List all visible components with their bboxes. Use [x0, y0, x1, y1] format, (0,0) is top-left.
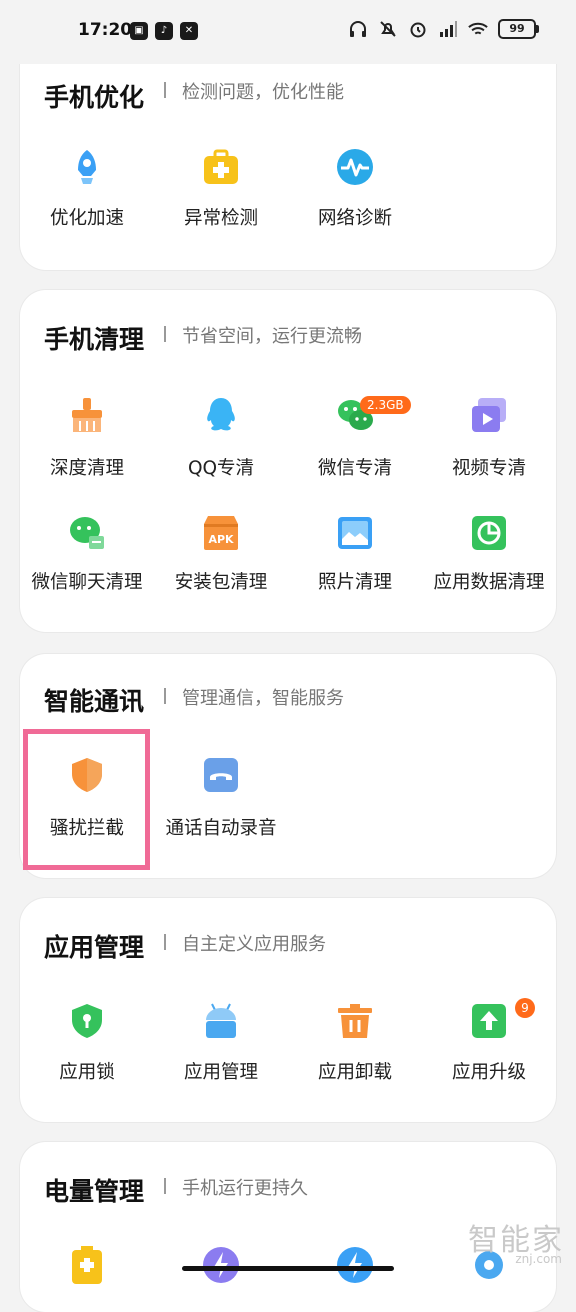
- headphones-icon: [350, 21, 366, 37]
- capcut-icon: ✕: [180, 22, 198, 40]
- tile-label: 微信聊天清理: [31, 572, 143, 593]
- tile-app-lock[interactable]: 应用锁: [20, 1002, 154, 1092]
- highlight-frame: [23, 729, 150, 870]
- tile-label: 应用锁: [59, 1062, 115, 1083]
- video-icon: [472, 398, 506, 432]
- tile-label: 应用升级: [451, 1062, 526, 1083]
- power-mode-icon[interactable]: [202, 1246, 240, 1284]
- first-aid-icon: [204, 149, 238, 184]
- status-bar: 17:20 ▣ ♪ ✕ 99: [0, 0, 576, 64]
- status-time: 17:20: [78, 20, 133, 40]
- status-icons: 99: [348, 18, 539, 40]
- apps-card: 应用管理 自主定义应用服务 应用锁 应用管理 应用卸载 9 应用升级: [20, 898, 556, 1122]
- tile-label: 应用管理: [183, 1062, 258, 1083]
- optimize-card: 手机优化 检测问题，优化性能 优化加速 异常检测 网络诊断: [20, 30, 556, 270]
- title-divider: [164, 934, 166, 950]
- wifi-icon: [468, 22, 488, 35]
- tile-label: 视频专清: [451, 458, 526, 479]
- app-notification-icon: ▣: [130, 22, 148, 40]
- photo-icon: [338, 517, 372, 549]
- qq-icon: [207, 398, 235, 431]
- tile-label: QQ专清: [187, 458, 255, 479]
- clean-title: 手机清理: [44, 325, 145, 354]
- tile-anomaly-check[interactable]: 异常检测: [154, 148, 288, 238]
- tile-apk-clean[interactable]: APK 安装包清理: [154, 514, 288, 604]
- mute-icon: [380, 21, 396, 37]
- tile-app-upgrade[interactable]: 9 应用升级: [422, 998, 556, 1092]
- tile-deep-clean[interactable]: 深度清理: [20, 396, 154, 486]
- charging-icon[interactable]: [336, 1246, 374, 1284]
- battery-indicator: 99: [498, 19, 539, 39]
- rocket-icon: [78, 150, 96, 184]
- tile-label: 深度清理: [49, 458, 124, 479]
- update-count-badge: 9: [515, 998, 535, 1018]
- tile-video-clean[interactable]: 视频专清: [422, 396, 556, 486]
- title-divider: [164, 326, 166, 342]
- optimize-title: 手机优化: [44, 83, 145, 112]
- tile-qq-clean[interactable]: QQ专清: [154, 396, 288, 486]
- tile-app-data-clean[interactable]: 应用数据清理: [422, 514, 556, 604]
- tile-network-diagnosis[interactable]: 网络诊断: [288, 148, 422, 238]
- call-record-icon: [204, 758, 238, 792]
- pie-chart-icon: [472, 516, 506, 550]
- trash-icon: [338, 1004, 372, 1038]
- tile-wechat-chat-clean[interactable]: 微信聊天清理: [20, 514, 154, 604]
- tiktok-icon: ♪: [155, 22, 173, 40]
- tile-label: 优化加速: [49, 208, 124, 229]
- tile-photo-clean[interactable]: 照片清理: [288, 514, 422, 604]
- apk-icon: APK: [204, 516, 238, 550]
- battery-saver-icon[interactable]: [68, 1246, 106, 1284]
- comm-title: 智能通讯: [44, 687, 145, 716]
- tile-wechat-clean[interactable]: 2.3GB 微信专清: [288, 396, 422, 486]
- power-title: 电量管理: [44, 1177, 145, 1206]
- title-divider: [164, 1178, 166, 1194]
- apps-subtitle: 自主定义应用服务: [182, 934, 326, 955]
- android-icon: [206, 1003, 236, 1038]
- upgrade-icon: [472, 1004, 506, 1038]
- tile-app-uninstall[interactable]: 应用卸载: [288, 1002, 422, 1092]
- wechat-chat-icon: [70, 517, 104, 549]
- tile-label: 微信专清: [317, 458, 392, 479]
- lock-shield-icon: [72, 1004, 102, 1038]
- apps-title: 应用管理: [44, 933, 145, 962]
- storage-badge: 2.3GB: [360, 396, 411, 414]
- home-indicator[interactable]: [182, 1266, 394, 1271]
- clean-card: 手机清理 节省空间，运行更流畅 深度清理 QQ专清 2.3GB 微信专清 视频专…: [20, 290, 556, 632]
- tile-label: 应用卸载: [317, 1062, 392, 1083]
- watermark-sub: znj.com: [515, 1252, 562, 1266]
- comm-subtitle: 管理通信，智能服务: [182, 688, 344, 709]
- title-divider: [164, 82, 166, 98]
- signal-icon: [440, 21, 457, 37]
- optimize-subtitle: 检测问题，优化性能: [182, 82, 344, 103]
- tile-label: 异常检测: [183, 208, 258, 229]
- power-subtitle: 手机运行更持久: [182, 1178, 308, 1199]
- tile-optimize-speed[interactable]: 优化加速: [20, 148, 154, 238]
- tile-label: 照片清理: [317, 572, 392, 593]
- clean-subtitle: 节省空间，运行更流畅: [182, 326, 362, 347]
- tile-label: 安装包清理: [174, 572, 268, 593]
- apk-label: APK: [208, 533, 234, 546]
- tile-call-auto-record[interactable]: 通话自动录音: [154, 756, 288, 846]
- pulse-icon: [337, 149, 373, 185]
- tile-label: 通话自动录音: [165, 818, 277, 839]
- tile-label: 应用数据清理: [433, 572, 545, 593]
- tile-app-manage[interactable]: 应用管理: [154, 1002, 288, 1092]
- title-divider: [164, 688, 166, 704]
- tile-label: 网络诊断: [317, 208, 392, 229]
- alarm-icon: [410, 22, 426, 38]
- broom-icon: [72, 398, 102, 432]
